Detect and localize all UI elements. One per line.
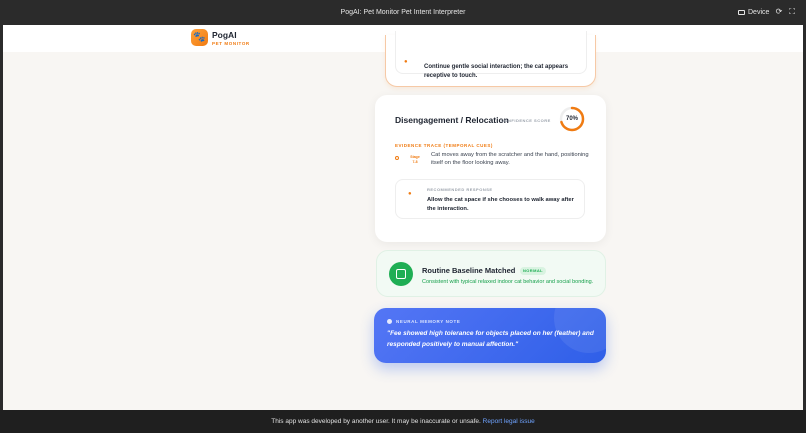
baseline-description: Consistent with typical relaxed indoor c… [422, 279, 594, 285]
status-badge: NORMAL [520, 267, 546, 275]
device-label: Device [748, 9, 770, 16]
timeline-dot [395, 156, 399, 160]
window-titlebar: PogAI: Pet Monitor Pet Intent Interprete… [0, 0, 806, 25]
app-viewport: 🐾 PogAI PET MONITOR ● Continue gentle so… [3, 25, 803, 410]
device-icon [738, 10, 745, 15]
disclaimer-text: This app was developed by another user. … [271, 418, 481, 425]
paw-icon[interactable]: 🐾 [191, 29, 208, 46]
app-subtitle: PET MONITOR [212, 41, 250, 46]
device-button[interactable]: Device [738, 9, 769, 16]
stage-range: 7-8 [412, 160, 418, 164]
evidence-text: Cat moves away from the scratcher and th… [431, 152, 589, 166]
recommended-response-text: Continue gentle social interaction; the … [424, 64, 569, 79]
evidence-label: EVIDENCE TRACE (TEMPORAL CUES) [395, 143, 493, 148]
location-pin-icon: ● [404, 59, 408, 65]
memory-note-card: NEURAL MEMORY NOTE "Fee showed high tole… [374, 308, 606, 363]
recommended-response-label: RECOMMENDED RESPONSE [427, 187, 493, 192]
memory-quote: "Fee showed high tolerance for objects p… [387, 330, 594, 348]
location-pin-icon: ● [408, 191, 412, 197]
baseline-title: Routine Baseline Matched [422, 266, 516, 275]
report-legal-issue-link[interactable]: Report legal issue [483, 418, 535, 425]
confidence-score-label: CONFIDENCE SCORE [501, 118, 551, 123]
recommended-response-box: ● RECOMMENDED RESPONSE Allow the cat spa… [395, 179, 585, 219]
recommended-response-text: Allow the cat space if she chooses to wa… [427, 197, 574, 212]
app-name: PogAI [212, 30, 237, 40]
calendar-icon [389, 262, 413, 286]
intent-card: Disengagement / Relocation CONFIDENCE SC… [375, 95, 606, 242]
intent-title: Disengagement / Relocation [395, 115, 509, 125]
memory-label: NEURAL MEMORY NOTE [396, 319, 461, 324]
disclaimer-footer: This app was developed by another user. … [0, 410, 806, 433]
fullscreen-icon[interactable]: ⛶ [788, 8, 796, 16]
confidence-score-value: 70% [565, 116, 578, 122]
stage-tag: Stage 7-8 [405, 152, 425, 170]
refresh-icon[interactable]: ⟳ [775, 8, 783, 16]
window-title: PogAI: Pet Monitor Pet Intent Interprete… [340, 9, 466, 16]
brain-icon [387, 319, 392, 324]
brand: PogAI PET MONITOR [212, 30, 250, 46]
baseline-card: Routine Baseline Matched NORMAL Consiste… [376, 250, 606, 297]
previous-intent-card: ● Continue gentle social interaction; th… [385, 31, 596, 87]
